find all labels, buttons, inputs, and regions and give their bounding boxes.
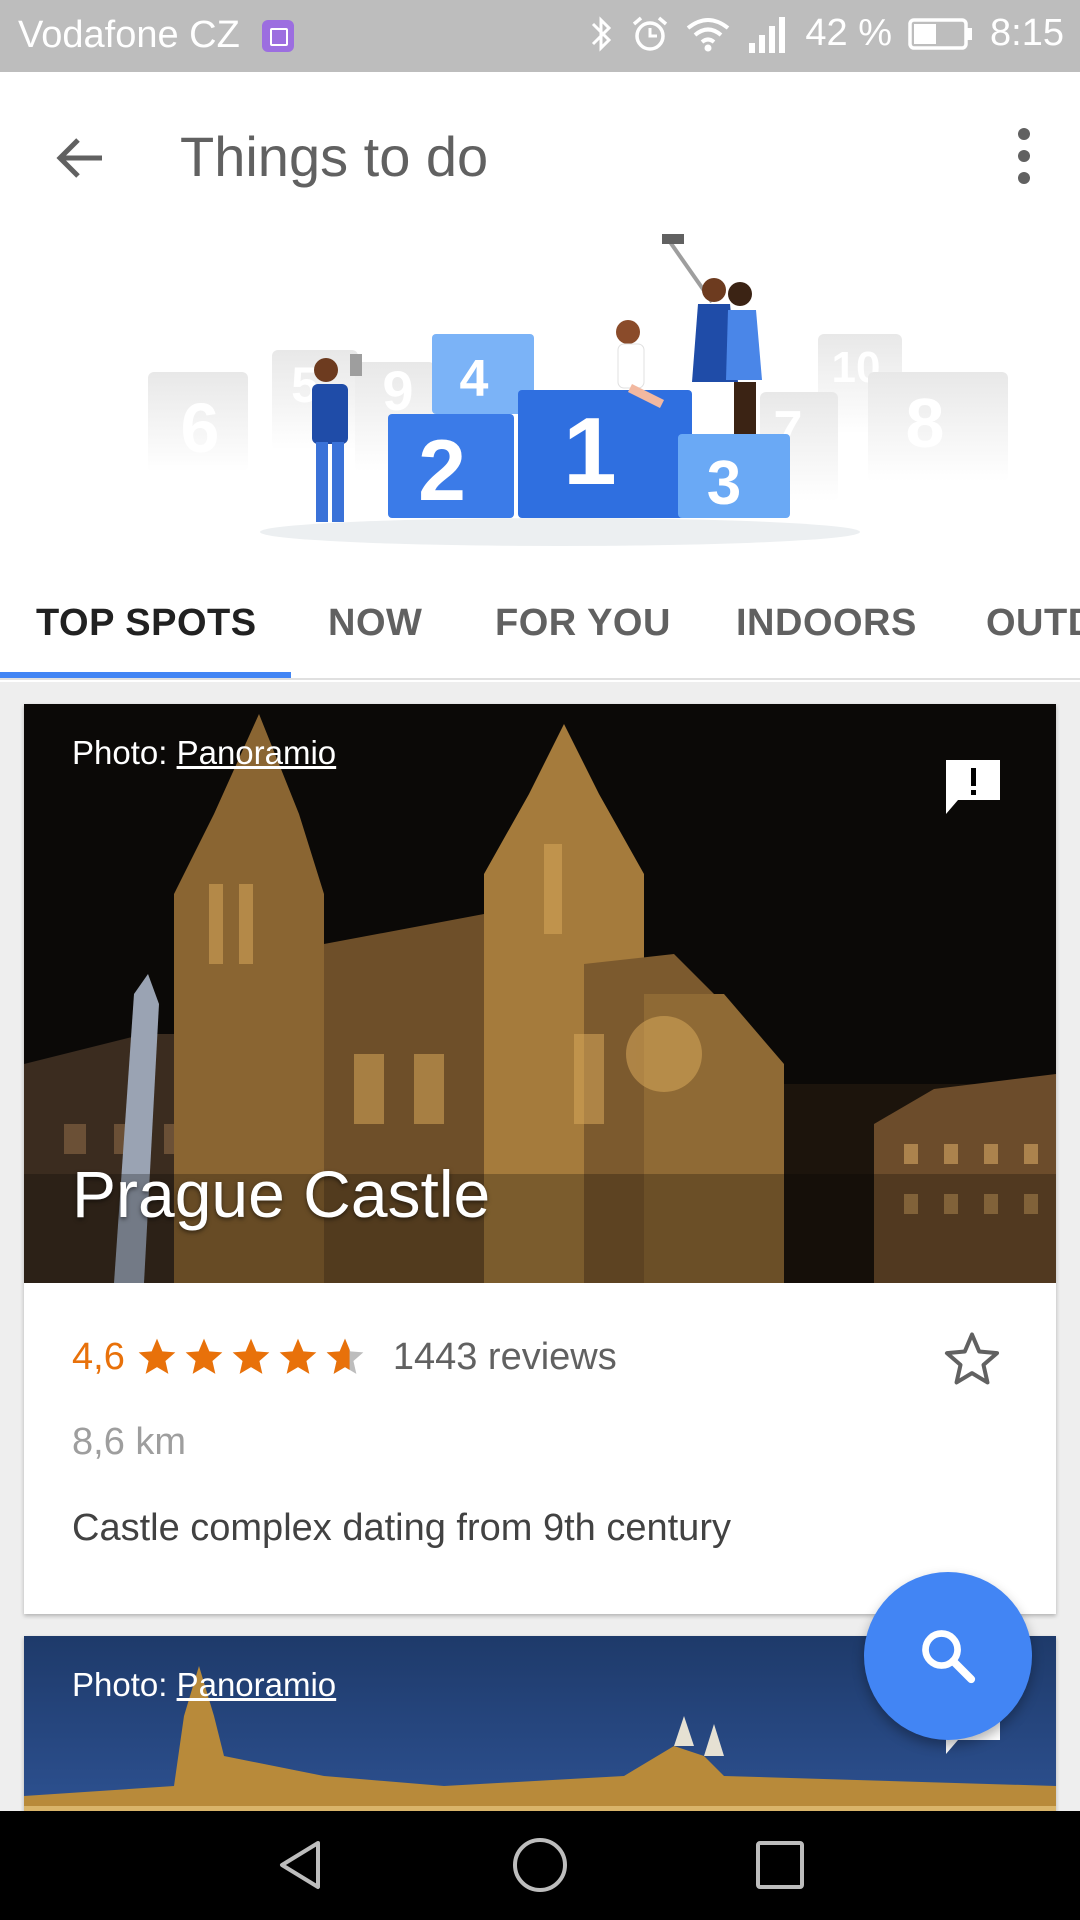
battery-icon bbox=[908, 17, 973, 50]
tab-top-spots[interactable]: TOP SPOTS bbox=[36, 566, 257, 678]
review-count[interactable]: 1443 reviews bbox=[393, 1336, 617, 1379]
svg-text:6: 6 bbox=[181, 389, 220, 467]
svg-text:8: 8 bbox=[906, 384, 945, 462]
svg-text:1: 1 bbox=[563, 398, 616, 505]
tab-now[interactable]: NOW bbox=[328, 566, 422, 678]
photo-credit-link[interactable]: Panoramio bbox=[177, 734, 337, 771]
carrier-name: Vodafone CZ bbox=[18, 14, 240, 56]
rating-value: 4,6 bbox=[72, 1335, 125, 1378]
category-tabs: TOP SPOTS NOW FOR YOU INDOORS OUTD bbox=[0, 566, 1080, 680]
system-navigation-bar bbox=[0, 1811, 1080, 1920]
distance: 8,6 km bbox=[72, 1421, 187, 1463]
tab-for-you[interactable]: FOR YOU bbox=[495, 566, 671, 678]
place-title: Prague Castle bbox=[72, 1157, 491, 1231]
star-filled-icon bbox=[185, 1338, 223, 1374]
rating-row: 4,6 1443 reviews bbox=[72, 1335, 617, 1379]
podium-cube-1: 1 bbox=[518, 390, 692, 518]
rating-stars bbox=[135, 1335, 367, 1379]
tab-indoors[interactable]: INDOORS bbox=[736, 566, 917, 678]
nav-back-button[interactable] bbox=[270, 1835, 330, 1895]
arrow-back-icon bbox=[56, 138, 102, 178]
active-tab-indicator bbox=[0, 672, 291, 678]
place-card[interactable]: Photo: Panoramio Prague Castle 4,6 1443 … bbox=[24, 704, 1056, 1614]
photo-credit-link[interactable]: Panoramio bbox=[177, 1666, 337, 1703]
nav-recents-button[interactable] bbox=[750, 1835, 810, 1895]
star-filled-icon bbox=[138, 1338, 176, 1374]
photo-credit-prefix: Photo: bbox=[72, 734, 177, 771]
status-icons: 42 % 8:15 bbox=[589, 12, 1064, 55]
podium-cube-2: 2 bbox=[388, 414, 514, 519]
svg-text:9: 9 bbox=[382, 359, 413, 422]
alarm-icon bbox=[633, 16, 668, 51]
search-fab[interactable] bbox=[864, 1572, 1032, 1740]
place-description: Castle complex dating from 9th century bbox=[72, 1507, 731, 1549]
back-triangle-icon bbox=[280, 1841, 320, 1889]
photo-credit: Photo: Panoramio bbox=[72, 734, 336, 772]
report-button[interactable] bbox=[942, 756, 1004, 818]
save-place-button[interactable] bbox=[940, 1327, 1004, 1391]
feedback-icon bbox=[946, 760, 1000, 814]
hero-illustration: 6 5 9 10 7 8 4 2 1 3 bbox=[0, 232, 1080, 562]
status-bar: Vodafone CZ 42 % 8:15 bbox=[0, 0, 1080, 72]
signal-icon bbox=[749, 16, 786, 53]
svg-text:2: 2 bbox=[418, 423, 466, 519]
recents-square-icon bbox=[756, 1841, 804, 1889]
more-vert-icon bbox=[1012, 128, 1036, 184]
svg-text:3: 3 bbox=[707, 449, 741, 518]
nav-home-button[interactable] bbox=[510, 1835, 570, 1895]
star-outline-icon bbox=[944, 1332, 1000, 1385]
clock: 8:15 bbox=[990, 12, 1064, 54]
podium-cube-3: 3 bbox=[678, 434, 790, 518]
search-icon bbox=[922, 1630, 976, 1684]
back-button[interactable] bbox=[52, 130, 108, 186]
app-bar: Things to do bbox=[0, 72, 1080, 242]
wifi-icon bbox=[687, 17, 730, 51]
bluetooth-icon bbox=[592, 15, 612, 52]
faded-cube-6: 6 bbox=[148, 372, 248, 472]
faded-cube-8: 8 bbox=[868, 372, 1008, 482]
star-filled-icon bbox=[232, 1338, 270, 1374]
photo-credit: Photo: Panoramio bbox=[72, 1666, 336, 1704]
battery-percent: 42 % bbox=[805, 12, 893, 54]
page-title: Things to do bbox=[180, 125, 489, 188]
home-circle-icon bbox=[513, 1838, 567, 1892]
svg-text:4: 4 bbox=[460, 350, 489, 408]
star-half-icon bbox=[326, 1338, 364, 1374]
place-details[interactable]: 4,6 1443 reviews 8,6 km Castle complex d… bbox=[24, 1283, 1056, 1614]
place-photo[interactable]: Photo: Panoramio Prague Castle bbox=[24, 704, 1056, 1283]
gallery-icon bbox=[262, 20, 294, 52]
star-filled-icon bbox=[279, 1338, 317, 1374]
more-options-button[interactable] bbox=[1012, 128, 1036, 188]
tab-outdoors[interactable]: OUTD bbox=[986, 566, 1080, 678]
photo-credit-prefix: Photo: bbox=[72, 1666, 177, 1703]
